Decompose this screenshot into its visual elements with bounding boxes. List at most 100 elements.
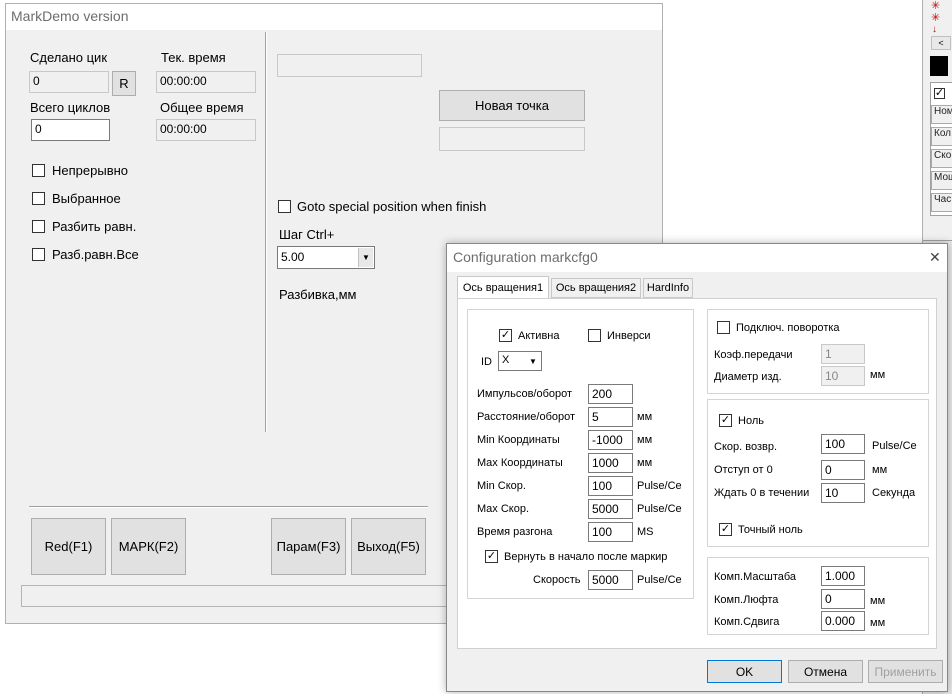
mark-button[interactable]: МАРК(F2): [111, 518, 186, 575]
shift-label: Комп.Сдвига: [714, 616, 780, 628]
id-label: ID: [481, 356, 492, 368]
asterisk-icon: ✳: [931, 12, 941, 24]
tab-hardinfo[interactable]: HardInfo: [643, 278, 693, 298]
total-cycles-input[interactable]: 0: [31, 119, 110, 141]
new-point-button[interactable]: Новая точка: [439, 90, 585, 121]
panel-item-4[interactable]: Мош: [931, 171, 952, 190]
reset-button[interactable]: R: [112, 71, 136, 96]
exit-button[interactable]: Выход(F5): [351, 518, 426, 575]
panel-item-3[interactable]: Ско: [931, 149, 952, 168]
min-coord-label: Min Координаты: [477, 434, 560, 446]
scale-comp-input[interactable]: 1.000: [821, 566, 865, 586]
chevron-down-icon[interactable]: ▼: [358, 248, 373, 267]
zero-checkbox[interactable]: ✓ Ноль: [719, 414, 764, 427]
offset-input[interactable]: 0: [821, 460, 865, 480]
exact-zero-checkbox[interactable]: ✓ Точный ноль: [719, 523, 803, 536]
backlash-input[interactable]: 0: [821, 589, 865, 609]
invert-checkbox-box[interactable]: [588, 329, 601, 342]
main-titlebar[interactable]: MarkDemo version: [6, 4, 662, 30]
close-icon[interactable]: ✕: [929, 249, 941, 266]
split-mm-label: Разбивка,мм: [279, 287, 357, 302]
param-button[interactable]: Парам(F3): [271, 518, 346, 575]
panel-item-5[interactable]: Час: [931, 193, 952, 212]
split-even-all-checkbox[interactable]: Разб.равн.Все: [32, 247, 139, 262]
return-start-checkbox-box[interactable]: ✓: [485, 550, 498, 563]
active-checkbox[interactable]: ✓ Активна: [499, 329, 560, 342]
max-coord-input[interactable]: 1000: [588, 453, 633, 473]
status-field-top: [277, 54, 422, 77]
split-even-all-checkbox-box[interactable]: [32, 248, 45, 261]
active-checkbox-box[interactable]: ✓: [499, 329, 512, 342]
total-cycles-label: Всего циклов: [30, 100, 111, 115]
max-speed-input[interactable]: 5000: [588, 499, 633, 519]
scroll-left-button[interactable]: <: [931, 36, 951, 50]
cancel-button[interactable]: Отмена: [788, 660, 863, 683]
new-point-field: [439, 127, 585, 151]
main-vertical-divider: [265, 32, 267, 432]
diameter-label: Диаметр изд.: [714, 371, 782, 383]
continuous-checkbox-box[interactable]: [32, 164, 45, 177]
backlash-unit: мм: [870, 595, 886, 607]
min-speed-label: Min Скор.: [477, 480, 526, 492]
config-titlebar[interactable]: Configuration markcfg0 ✕: [447, 244, 947, 272]
goto-special-checkbox-box[interactable]: [278, 200, 291, 213]
total-time-label: Общее время: [160, 100, 244, 115]
accel-input[interactable]: 100: [588, 522, 633, 542]
zero-label: Ноль: [738, 414, 764, 427]
return-start-checkbox[interactable]: ✓ Вернуть в начало после маркир: [485, 550, 667, 563]
min-speed-input[interactable]: 100: [588, 476, 633, 496]
split-even-label: Разбить равн.: [52, 219, 137, 234]
config-title: Configuration markcfg0: [453, 249, 598, 265]
wait-unit: Секунда: [872, 487, 916, 499]
red-button[interactable]: Red(F1): [31, 518, 106, 575]
id-select[interactable]: X ▼: [498, 351, 542, 371]
tab-axis1[interactable]: Ось вращения1: [457, 276, 549, 298]
ok-button[interactable]: OK: [707, 660, 782, 683]
goto-special-label: Goto special position when finish: [297, 199, 487, 214]
cur-time-label: Тек. время: [161, 50, 226, 65]
min-coord-input[interactable]: -1000: [588, 430, 633, 450]
panel-item-1[interactable]: Ном: [931, 105, 952, 124]
rotator-checkbox[interactable]: Подключ. поворотка: [717, 321, 840, 334]
tab-axis2[interactable]: Ось вращения2: [551, 278, 641, 298]
distance-input[interactable]: 5: [588, 407, 633, 427]
apply-button[interactable]: Применить: [868, 660, 943, 683]
total-time-value: 00:00:00: [156, 119, 256, 141]
config-dialog: Configuration markcfg0 ✕ Ось вращения1 О…: [446, 243, 948, 692]
wait-input[interactable]: 10: [821, 483, 865, 503]
split-even-checkbox[interactable]: Разбить равн.: [32, 219, 136, 234]
pulses-label: Импульсов/оборот: [477, 388, 573, 400]
rotator-label: Подключ. поворотка: [736, 321, 840, 334]
shift-unit: мм: [870, 617, 886, 629]
panel-checkbox[interactable]: ✓: [934, 88, 945, 99]
scale-comp-label: Комп.Масштаба: [714, 571, 796, 583]
step-select[interactable]: 5.00 ▼: [277, 246, 375, 269]
id-select-value: X: [502, 354, 510, 366]
pulses-input[interactable]: 200: [588, 384, 633, 404]
done-cycles-label: Сделано цик: [30, 50, 108, 65]
return-speed-input[interactable]: 100: [821, 434, 865, 454]
speed-unit: Pulse/Ce: [637, 574, 682, 586]
distance-unit: мм: [637, 411, 653, 423]
step-label: Шаг Ctrl+: [279, 227, 335, 242]
goto-special-checkbox[interactable]: Goto special position when finish: [278, 199, 486, 214]
chevron-down-icon[interactable]: ▼: [526, 353, 540, 369]
invert-checkbox[interactable]: Инверси: [588, 329, 651, 342]
panel-item-2[interactable]: Кол: [931, 127, 952, 146]
rotator-checkbox-box[interactable]: [717, 321, 730, 334]
return-speed-label: Скор. возвр.: [714, 441, 778, 453]
shift-input[interactable]: 0.000: [821, 611, 865, 631]
continuous-checkbox[interactable]: Непрерывно: [32, 163, 128, 178]
split-even-checkbox-box[interactable]: [32, 220, 45, 233]
main-title: MarkDemo version: [11, 8, 129, 24]
exact-zero-checkbox-box[interactable]: ✓: [719, 523, 732, 536]
selected-checkbox[interactable]: Выбранное: [32, 191, 121, 206]
offset-unit: мм: [872, 464, 888, 476]
speed-label: Скорость: [533, 574, 581, 586]
zero-checkbox-box[interactable]: ✓: [719, 414, 732, 427]
selected-checkbox-box[interactable]: [32, 192, 45, 205]
speed-input[interactable]: 5000: [588, 570, 633, 590]
distance-label: Расстояние/оборот: [477, 411, 576, 423]
color-swatch[interactable]: [930, 56, 948, 76]
return-start-label: Вернуть в начало после маркир: [504, 550, 668, 563]
